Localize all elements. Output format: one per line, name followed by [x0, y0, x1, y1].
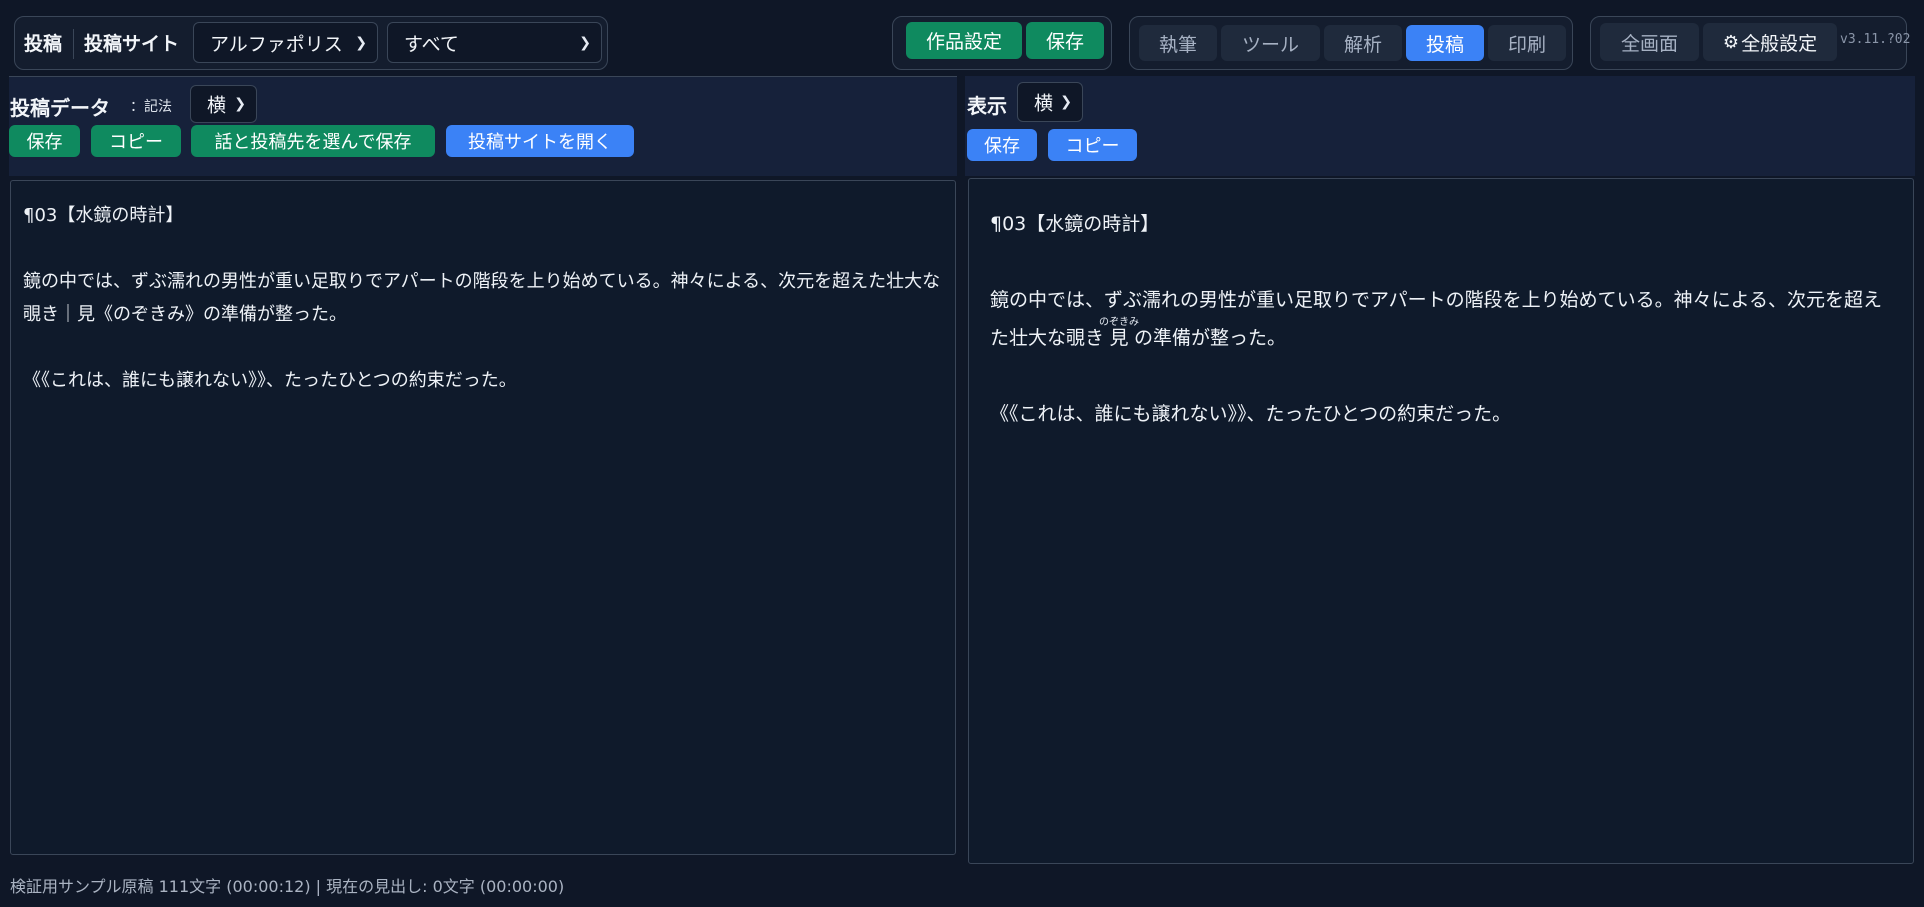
- select-save-button[interactable]: 話と投稿先を選んで保存: [191, 125, 435, 157]
- paragraph: 《《これは、誰にも譲れない》》、たったひとつの約束だった。: [23, 370, 517, 391]
- chevron-down-icon: ❯: [234, 96, 246, 112]
- direction-value: 横: [1034, 92, 1054, 115]
- site-label: 投稿サイト: [84, 33, 180, 55]
- ruby-text: のぞきみ: [1099, 317, 1140, 328]
- site-select[interactable]: アルファポリス ❯: [193, 22, 378, 63]
- posting-data-panel: 投稿データ ：記法 横 ❯ 保存 コピー 話と投稿先を選んで保存 投稿サイトを開…: [9, 76, 957, 176]
- notation-direction-select[interactable]: 横 ❯: [190, 85, 257, 123]
- chevron-down-icon: ❯: [1060, 94, 1072, 110]
- general-settings-button[interactable]: ⚙ 全般設定: [1703, 23, 1837, 61]
- tab-analysis[interactable]: 解析: [1324, 25, 1402, 61]
- preview-direction-select[interactable]: 横 ❯: [1017, 82, 1083, 122]
- ruby-annotation: 見のぞきみ: [1099, 317, 1139, 349]
- paragraph: 鏡の中では、ずぶ濡れの男性が重い足取りでアパートの階段を上り始めている。神々によ…: [23, 271, 941, 325]
- chevron-down-icon: ❯: [355, 34, 367, 51]
- chapter-heading: ¶03【水鏡の時計】: [23, 205, 184, 226]
- tab-posting[interactable]: 投稿: [1406, 25, 1484, 61]
- chevron-down-icon: ❯: [579, 34, 591, 51]
- preview-area: ¶03【水鏡の時計】 鏡の中では、ずぶ濡れの男性が重い足取りでアパートの階段を上…: [968, 178, 1914, 864]
- paragraph: 《《これは、誰にも譲れない》》、たったひとつの約束だった。: [990, 403, 1512, 425]
- preview-panel: 表示 横 ❯ 保存 コピー: [965, 76, 1915, 176]
- site-group: 投稿 投稿サイト アルファポリス ❯ すべて ❯: [14, 16, 608, 70]
- work-group: 作品設定 保存: [892, 16, 1112, 70]
- copy-button[interactable]: コピー: [1048, 129, 1137, 161]
- tab-writing[interactable]: 執筆: [1139, 25, 1217, 61]
- open-site-button[interactable]: 投稿サイトを開く: [446, 125, 634, 157]
- fullscreen-button[interactable]: 全画面: [1600, 23, 1699, 61]
- posting-data-editor[interactable]: ¶03【水鏡の時計】 鏡の中では、ずぶ濡れの男性が重い足取りでアパートの階段を上…: [10, 180, 956, 855]
- chapter-heading: ¶03【水鏡の時計】: [990, 213, 1160, 235]
- paragraph: 鏡の中では、ずぶ濡れの男性が重い足取りでアパートの階段を上り始めている。神々によ…: [990, 281, 1892, 357]
- ruby-base: 見: [1099, 327, 1139, 349]
- top-toolbar: 投稿 投稿サイト アルファポリス ❯ すべて ❯ 作品設定 保存 執筆 ツール …: [0, 0, 1924, 78]
- mode-tabs: 執筆 ツール 解析 投稿 印刷: [1129, 16, 1573, 70]
- scope-select-value: すべて: [404, 33, 459, 55]
- gear-icon: ⚙: [1722, 31, 1740, 53]
- panel-title: 表示: [967, 94, 1007, 118]
- scope-select[interactable]: すべて ❯: [387, 22, 602, 63]
- save-button[interactable]: 保存: [1026, 22, 1104, 59]
- paragraph-text: の準備が整った。: [1134, 327, 1287, 349]
- site-select-value: アルファポリス: [210, 33, 343, 55]
- copy-button[interactable]: コピー: [91, 125, 181, 157]
- save-button[interactable]: 保存: [967, 129, 1037, 161]
- divider: [73, 29, 74, 59]
- status-bar: 検証用サンプル原稿 111文字 (00:00:12) | 現在の見出し: 0文字…: [10, 877, 565, 896]
- general-settings-label: 全般設定: [1741, 32, 1818, 55]
- notation-label: ：記法: [130, 99, 172, 115]
- panel-title: 投稿データ: [10, 96, 110, 120]
- version-label: v3.11.?02: [1840, 32, 1911, 47]
- direction-value: 横: [207, 94, 227, 117]
- save-button[interactable]: 保存: [9, 125, 80, 157]
- mode-label: 投稿: [24, 33, 63, 55]
- tab-tools[interactable]: ツール: [1221, 25, 1320, 61]
- work-settings-button[interactable]: 作品設定: [906, 22, 1022, 59]
- tab-print[interactable]: 印刷: [1488, 25, 1566, 61]
